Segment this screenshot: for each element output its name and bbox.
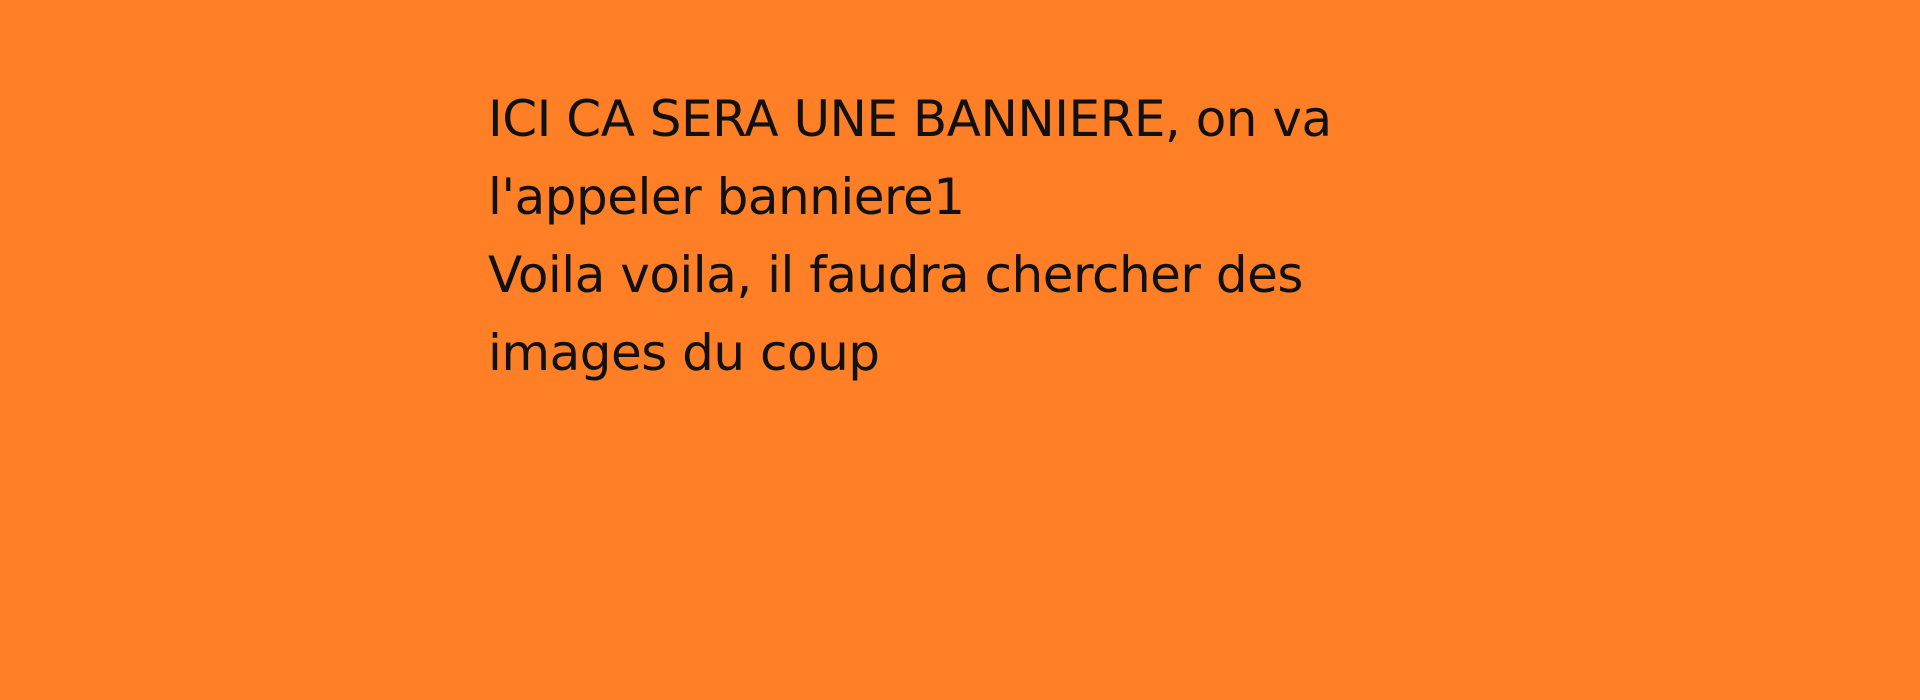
banner-line-3: Voila voila, il faudra chercher des [488,246,1303,304]
banner-text: ICI CA SERA UNE BANNIERE, on va l'appele… [488,80,1388,392]
banner-placeholder: ICI CA SERA UNE BANNIERE, on va l'appele… [0,0,1920,700]
banner-line-1: ICI CA SERA UNE BANNIERE, on va [488,90,1332,148]
banner-line-2: l'appeler banniere1 [488,168,965,226]
banner-line-4: images du coup [488,324,880,382]
